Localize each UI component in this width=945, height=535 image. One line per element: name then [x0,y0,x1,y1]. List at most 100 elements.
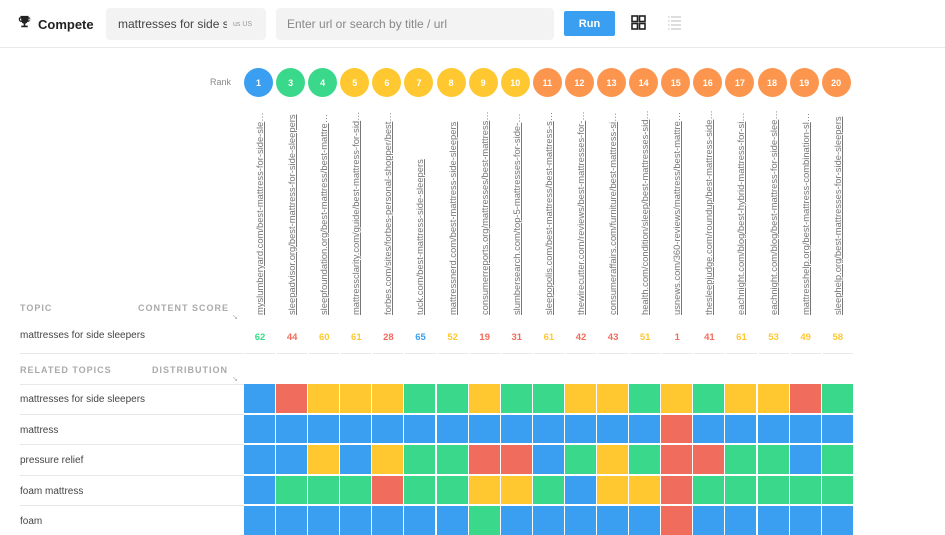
heatmap-cell[interactable] [597,384,629,413]
heatmap-cell[interactable] [725,414,757,443]
heatmap-cell[interactable] [693,506,725,535]
rank-badge[interactable]: 6 [372,68,402,97]
rank-badge[interactable]: 5 [340,68,370,97]
heatmap-cell[interactable] [661,384,693,413]
heatmap-cell[interactable] [404,506,436,535]
rank-badge[interactable]: 12 [564,68,594,97]
heatmap-cell[interactable] [276,414,308,443]
heatmap-cell[interactable] [629,445,661,474]
heatmap-cell[interactable] [597,475,629,504]
heatmap-cell[interactable] [404,445,436,474]
heatmap-cell[interactable] [629,384,661,413]
heatmap-cell[interactable] [532,445,564,474]
heatmap-cell[interactable] [757,506,789,535]
list-view-icon[interactable] [667,15,682,30]
heatmap-cell[interactable] [500,414,532,443]
heatmap-cell[interactable] [340,445,372,474]
keyword-field[interactable]: mattresses for side sleepers us US [106,8,266,40]
rank-badge[interactable]: 7 [404,68,434,97]
rank-badge[interactable]: 4 [308,68,338,97]
heatmap-cell[interactable] [340,414,372,443]
heatmap-cell[interactable] [564,445,596,474]
heatmap-cell[interactable] [276,475,308,504]
competitor-url-link[interactable]: health.com/condition/sleep/best-mattress… [638,110,651,315]
heatmap-cell[interactable] [564,384,596,413]
heatmap-cell[interactable] [308,384,340,413]
rank-badge[interactable]: 17 [725,68,755,97]
heatmap-cell[interactable] [308,445,340,474]
heatmap-cell[interactable] [276,445,308,474]
heatmap-cell[interactable] [725,475,757,504]
rank-badge[interactable]: 19 [789,68,819,97]
competitor-url-link[interactable]: mattressclarity.com/guide/best-mattress-… [349,110,362,315]
heatmap-cell[interactable] [725,384,757,413]
heatmap-cell[interactable] [564,414,596,443]
heatmap-cell[interactable] [789,475,821,504]
heatmap-cell[interactable] [308,414,340,443]
heatmap-cell[interactable] [693,384,725,413]
distribution-header[interactable]: DISTRIBUTION [152,365,228,375]
heatmap-cell[interactable] [661,475,693,504]
heatmap-cell[interactable] [372,475,404,504]
rank-badge[interactable]: 14 [629,68,659,97]
heatmap-cell[interactable] [821,414,853,443]
heatmap-cell[interactable] [244,384,275,413]
content-score-header[interactable]: CONTENT SCORE [138,303,229,313]
competitor-url-link[interactable]: mattressnerd.com/best-mattress-side-slee… [446,110,459,315]
competitor-url-link[interactable]: tuck.com/best-mattress-side-sleepers [413,110,426,315]
competitor-url-link[interactable]: myslumberyard.com/best-mattress-for-side… [253,110,266,315]
heatmap-cell[interactable] [404,384,436,413]
heatmap-cell[interactable] [340,475,372,504]
heatmap-cell[interactable] [468,384,500,413]
heatmap-cell[interactable] [757,445,789,474]
heatmap-cell[interactable] [821,445,853,474]
heatmap-cell[interactable] [693,445,725,474]
heatmap-cell[interactable] [468,414,500,443]
url-search-input[interactable] [276,8,554,40]
heatmap-cell[interactable] [725,445,757,474]
heatmap-cell[interactable] [629,475,661,504]
heatmap-cell[interactable] [436,506,468,535]
heatmap-cell[interactable] [789,414,821,443]
heatmap-cell[interactable] [693,475,725,504]
run-button[interactable]: Run [564,11,615,36]
rank-badge[interactable]: 16 [693,68,723,97]
heatmap-cell[interactable] [372,445,404,474]
heatmap-cell[interactable] [244,445,275,474]
competitor-url-link[interactable]: eachnight.com/blog/best-hybrid-mattress-… [734,110,747,315]
competitor-url-link[interactable]: sleepfoundation.org/best-mattress/best-m… [317,110,330,315]
rank-badge[interactable]: 20 [821,68,851,97]
heatmap-cell[interactable] [308,475,340,504]
competitor-url-link[interactable]: thewirecutter.com/reviews/best-mattresse… [574,110,587,315]
heatmap-cell[interactable] [500,445,532,474]
heatmap-cell[interactable] [789,506,821,535]
heatmap-cell[interactable] [532,384,564,413]
heatmap-cell[interactable] [276,384,308,413]
heatmap-cell[interactable] [532,506,564,535]
competitor-url-link[interactable]: consumerreports.org/mattresses/best-matt… [478,110,491,315]
rank-badge[interactable]: 13 [597,68,627,97]
heatmap-cell[interactable] [404,414,436,443]
rank-badge[interactable]: 10 [500,68,530,97]
competitor-url-link[interactable]: mattresshelp.org/best-mattress-combinati… [799,110,812,315]
sort-corner-icon[interactable]: ↘ [232,313,238,321]
heatmap-cell[interactable] [757,414,789,443]
heatmap-cell[interactable] [661,445,693,474]
heatmap-cell[interactable] [500,384,532,413]
heatmap-cell[interactable] [564,475,596,504]
heatmap-cell[interactable] [757,384,789,413]
heatmap-cell[interactable] [244,506,275,535]
competitor-url-link[interactable]: thesleepjudge.com/roundup/best-mattress-… [702,110,715,315]
heatmap-cell[interactable] [468,445,500,474]
heatmap-cell[interactable] [404,475,436,504]
heatmap-cell[interactable] [597,414,629,443]
heatmap-cell[interactable] [597,506,629,535]
heatmap-cell[interactable] [661,414,693,443]
rank-badge[interactable]: 15 [661,68,691,97]
competitor-url-link[interactable]: forbes.com/sites/forbes-personal-shopper… [381,110,394,315]
heatmap-cell[interactable] [468,475,500,504]
heatmap-cell[interactable] [276,506,308,535]
heatmap-cell[interactable] [308,506,340,535]
rank-badge[interactable]: 18 [757,68,787,97]
heatmap-cell[interactable] [244,414,275,443]
